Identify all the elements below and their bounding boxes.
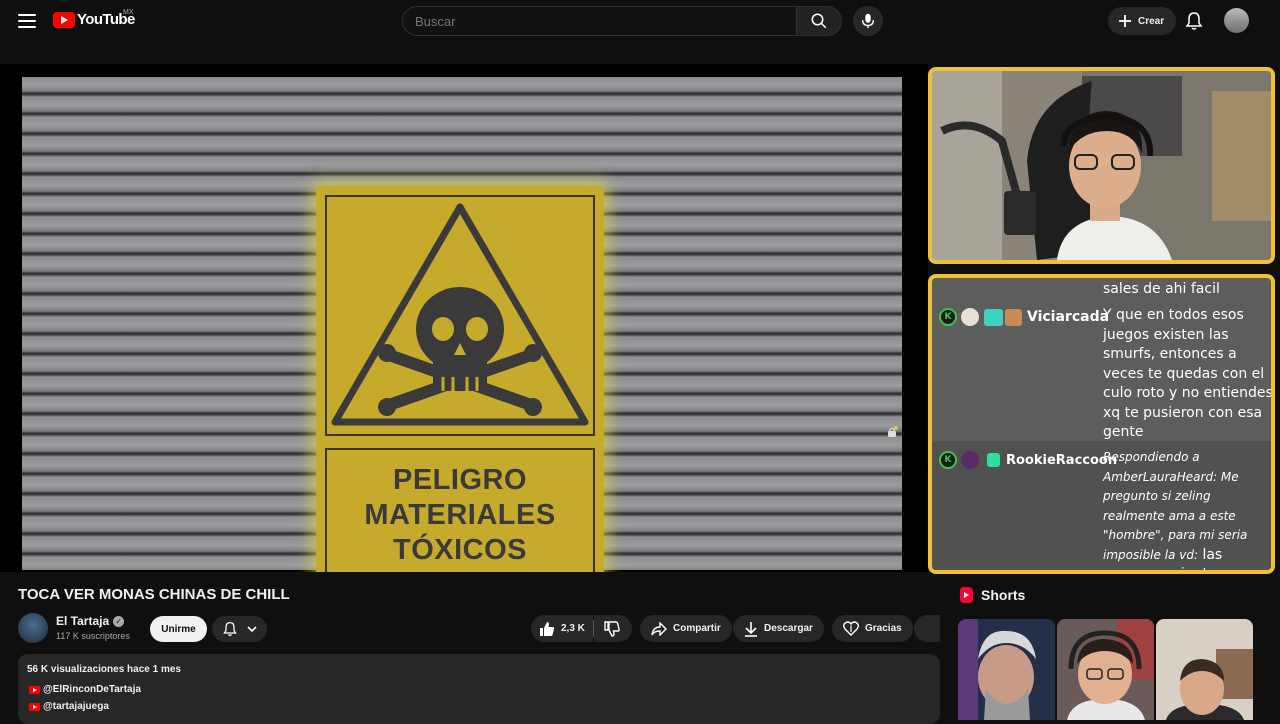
subscriber-badge-icon <box>987 453 1000 467</box>
youtube-icon <box>29 702 40 711</box>
chat-reply-block: Respondiendo a AmberLauraHeard: Me pregu… <box>1103 448 1271 570</box>
country-code: MX <box>123 9 134 16</box>
channel-avatar[interactable] <box>18 613 48 643</box>
channel-name[interactable]: El Tartaja <box>56 614 109 628</box>
thumbs-down-icon <box>604 620 620 637</box>
search-icon <box>811 13 827 29</box>
user-badge-icon <box>961 308 979 326</box>
voice-search-button[interactable] <box>853 6 883 36</box>
microphone-icon <box>861 13 875 29</box>
search-button[interactable] <box>796 6 842 36</box>
heart-dollar-icon <box>843 621 859 636</box>
thumbs-up-icon <box>540 621 555 636</box>
view-count-date: 56 K visualizaciones hace 1 mes <box>27 664 181 675</box>
shorts-label: Shorts <box>981 587 1026 603</box>
notifications-bell-icon[interactable] <box>1184 11 1204 31</box>
chat-username: RookieRaccoon <box>1006 452 1118 468</box>
top-bar: YouTube MX Crear <box>0 0 1280 42</box>
user-avatar[interactable] <box>1224 8 1249 33</box>
share-icon <box>651 621 667 636</box>
download-icon <box>745 621 757 637</box>
subscriber-count: 117 K suscriptores <box>56 631 130 641</box>
youtube-icon <box>29 685 40 694</box>
join-button[interactable]: Unirme <box>150 616 207 642</box>
create-label: Crear <box>1138 15 1165 27</box>
video-player[interactable]: PELIGRO MATERIALES TÓXICOS <box>0 64 928 572</box>
webcam-scene <box>932 71 1271 260</box>
search-input[interactable] <box>402 6 797 36</box>
description-link[interactable]: @tartajajuega <box>29 701 109 712</box>
kick-badge-icon: K <box>939 451 957 469</box>
thanks-label: Gracias <box>865 623 902 634</box>
chat-message-text: Y que en todos esos juegos existen las s… <box>1103 307 1273 440</box>
short-thumbnail-image <box>1057 619 1154 720</box>
download-button[interactable]: Descargar <box>733 615 824 642</box>
verified-icon: ✓ <box>113 615 125 627</box>
chat-username: Viciarcada <box>1027 309 1110 325</box>
channel-name-row[interactable]: El Tartaja ✓ <box>56 614 125 628</box>
chevron-down-icon <box>246 626 257 633</box>
subscription-bell-button[interactable] <box>212 616 267 642</box>
skull-crossbones-icon <box>331 203 589 426</box>
chat-reply-quote: Respondiendo a AmberLauraHeard: Me pregu… <box>1103 450 1248 562</box>
short-thumbnail[interactable] <box>958 619 1055 720</box>
share-button[interactable]: Compartir <box>640 615 732 642</box>
subscriber-badge-icon <box>984 308 1003 326</box>
download-label: Descargar <box>764 623 813 634</box>
thanks-button[interactable]: Gracias <box>832 615 913 642</box>
short-thumbnail[interactable] <box>1156 619 1253 720</box>
menu-icon[interactable] <box>16 11 38 31</box>
sign-text-panel: PELIGRO MATERIALES TÓXICOS <box>325 448 595 572</box>
shorts-header: Shorts <box>960 587 1025 603</box>
like-button[interactable]: 2,3 K <box>531 615 593 642</box>
dislike-button[interactable] <box>594 615 632 642</box>
streamer-webcam <box>928 67 1275 264</box>
share-label: Compartir <box>673 623 721 634</box>
short-thumbnail-image <box>1156 619 1253 720</box>
sign-warning-panel <box>325 195 595 436</box>
description-box[interactable]: 56 K visualizaciones hace 1 mes @ElRinco… <box>18 654 940 724</box>
kick-badge-icon: K <box>939 308 957 326</box>
plus-icon <box>1119 15 1131 27</box>
live-chat-overlay: sales de ahi facil K Viciarcada Y que en… <box>928 274 1275 574</box>
chat-message-text: sales de ahi facil <box>1103 281 1220 297</box>
short-thumbnail-image <box>958 619 1055 720</box>
description-link[interactable]: @ElRinconDeTartaja <box>29 684 141 695</box>
more-actions-button[interactable] <box>914 615 940 642</box>
bell-icon <box>222 621 237 637</box>
create-button[interactable]: Crear <box>1108 7 1177 35</box>
sign-line: PELIGRO <box>392 463 527 496</box>
gift-badge-icon <box>1005 308 1022 326</box>
lock-icon <box>888 426 898 437</box>
shorts-icon <box>960 587 973 603</box>
user-badge-icon <box>961 451 979 469</box>
channel-link-text[interactable]: @ElRinconDeTartaja <box>43 684 141 695</box>
channel-link-text[interactable]: @tartajajuega <box>43 701 109 712</box>
sign-line: TÓXICOS <box>392 533 527 566</box>
sign-line: MATERIALES <box>364 498 556 531</box>
short-thumbnail[interactable] <box>1057 619 1154 720</box>
hazard-sign: PELIGRO MATERIALES TÓXICOS <box>316 186 604 572</box>
video-title: TOCA VER MONAS CHINAS DE CHILL <box>18 586 290 603</box>
like-count: 2,3 K <box>561 623 585 634</box>
youtube-play-icon <box>53 11 75 28</box>
